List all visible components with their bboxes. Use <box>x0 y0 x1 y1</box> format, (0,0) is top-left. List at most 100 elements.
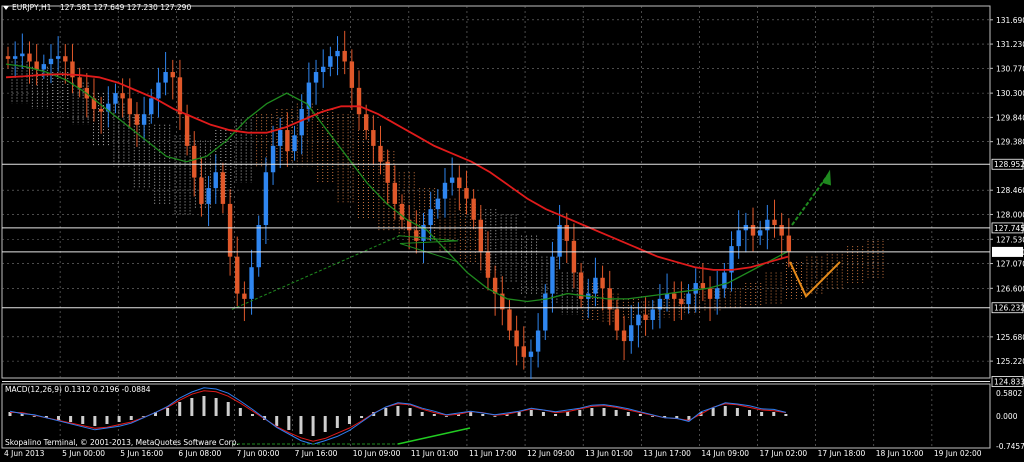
macd-histogram-bar <box>347 416 351 424</box>
candle-body <box>285 130 290 152</box>
macd-histogram-bar <box>275 416 279 426</box>
candle-body <box>163 72 168 83</box>
candle-body <box>127 98 132 115</box>
macd-histogram-bar <box>56 416 60 420</box>
x-tick-label: 19 Jun 02:00 <box>934 449 982 458</box>
macd-histogram-bar <box>202 396 206 416</box>
candle-body <box>621 330 627 342</box>
macd-histogram-bar <box>444 416 448 417</box>
candle-body <box>786 235 792 252</box>
macd-histogram-bar <box>493 416 497 417</box>
macd-histogram-bar <box>384 408 388 416</box>
price-level-label: 127.745 <box>994 224 1024 233</box>
trading-chart[interactable]: 4 Jun 2013 5 Jun 00:00 5 Jun 16:00 6 Jun 08… <box>0 0 1024 462</box>
y-tick-label: 128.000 <box>996 210 1024 219</box>
y-tick-label: 131.690 <box>996 16 1024 25</box>
candle-body <box>5 56 11 59</box>
macd-histogram-bar <box>626 412 630 416</box>
y-tick-label: 130.300 <box>996 89 1024 98</box>
menu-triangle-icon[interactable] <box>3 6 9 10</box>
macd-histogram-bar <box>566 412 570 416</box>
candle-body <box>414 230 419 241</box>
macd-histogram-bar <box>469 412 473 416</box>
macd-histogram-bar <box>335 416 339 428</box>
macd-y-tick-label: 0.000 <box>996 412 1018 421</box>
macd-histogram-bar <box>541 412 545 416</box>
macd-histogram-bar <box>311 416 315 436</box>
macd-histogram-bar <box>772 412 776 416</box>
x-tick-label: 13 Jun 17:00 <box>643 449 691 458</box>
macd-histogram-bar <box>190 398 194 416</box>
candle-body <box>464 188 469 199</box>
x-tick-label: 7 Jun 16:00 <box>295 449 338 458</box>
macd-histogram-bar <box>408 408 412 416</box>
candle-body <box>550 256 555 294</box>
macd-histogram-bar <box>675 416 679 418</box>
x-tick-label: 5 Jun 00:00 <box>62 449 105 458</box>
candle-body <box>170 72 175 78</box>
candle-body <box>693 283 698 294</box>
y-tick-label: 125.680 <box>996 333 1024 342</box>
macd-histogram-bar <box>638 414 642 416</box>
candle-body <box>478 219 483 252</box>
candle-body <box>342 50 347 62</box>
macd-histogram-bar <box>432 414 436 416</box>
macd-histogram-bar <box>166 408 170 416</box>
macd-histogram-bar <box>651 416 655 417</box>
candle-body <box>134 114 140 125</box>
price-level-label: 127.290 <box>994 248 1024 257</box>
candle-body <box>442 182 448 199</box>
y-tick-label: 127.530 <box>996 235 1024 244</box>
candle-body <box>206 188 211 204</box>
candle-body <box>378 145 383 162</box>
candle-body <box>686 293 691 305</box>
macd-histogram-bar <box>81 416 85 424</box>
macd-histogram-bar <box>214 398 218 416</box>
macd-histogram-bar <box>226 402 230 416</box>
macd-y-tick-label: -0.7457 <box>996 442 1024 451</box>
candle-body <box>392 182 398 204</box>
macd-y-tick-label: 0.5802 <box>996 389 1022 398</box>
candle-body <box>192 145 197 178</box>
copyright-text: Skopalino Terminal, © 2001-2013, MetaQuo… <box>5 438 239 447</box>
macd-histogram-bar <box>93 416 97 426</box>
candle-body <box>471 198 476 220</box>
candle-body <box>335 50 340 57</box>
candle-body <box>77 77 82 88</box>
candle-body <box>34 61 39 70</box>
candle-body <box>614 309 620 331</box>
candle-body <box>41 64 47 70</box>
candle-body <box>20 53 25 57</box>
candle-body <box>385 161 390 183</box>
macd-histogram-bar <box>735 408 739 416</box>
macd-histogram-bar <box>614 410 618 416</box>
candle-body <box>679 298 684 305</box>
x-tick-label: 13 Jun 01:00 <box>585 449 633 458</box>
candle-body <box>435 198 441 210</box>
candle-body <box>593 277 598 294</box>
macd-histogram-bar <box>420 412 424 416</box>
x-tick-label: 12 Jun 09:00 <box>527 449 575 458</box>
macd-histogram-bar <box>396 406 400 416</box>
candle-body <box>485 251 491 278</box>
macd-histogram-bar <box>105 416 109 424</box>
candle-body <box>750 225 756 236</box>
candle-body <box>507 309 512 331</box>
macd-histogram-bar <box>250 414 254 416</box>
candle-body <box>48 58 54 65</box>
candle-body <box>356 87 362 115</box>
candle-body <box>156 82 161 99</box>
candle-body <box>349 61 355 88</box>
macd-histogram-bar <box>784 414 788 416</box>
candle-body <box>371 130 376 146</box>
candle-body <box>643 314 648 320</box>
candle-body <box>177 77 183 115</box>
macd-histogram-bar <box>748 410 752 416</box>
candle-body <box>292 135 297 152</box>
y-tick-label: 127.070 <box>996 260 1024 269</box>
macd-histogram-bar <box>590 408 594 416</box>
candle-body <box>149 98 154 115</box>
x-tick-label: 14 Jun 09:00 <box>701 449 749 458</box>
x-tick-label: 7 Jun 00:00 <box>236 449 279 458</box>
candle-body <box>220 172 226 204</box>
